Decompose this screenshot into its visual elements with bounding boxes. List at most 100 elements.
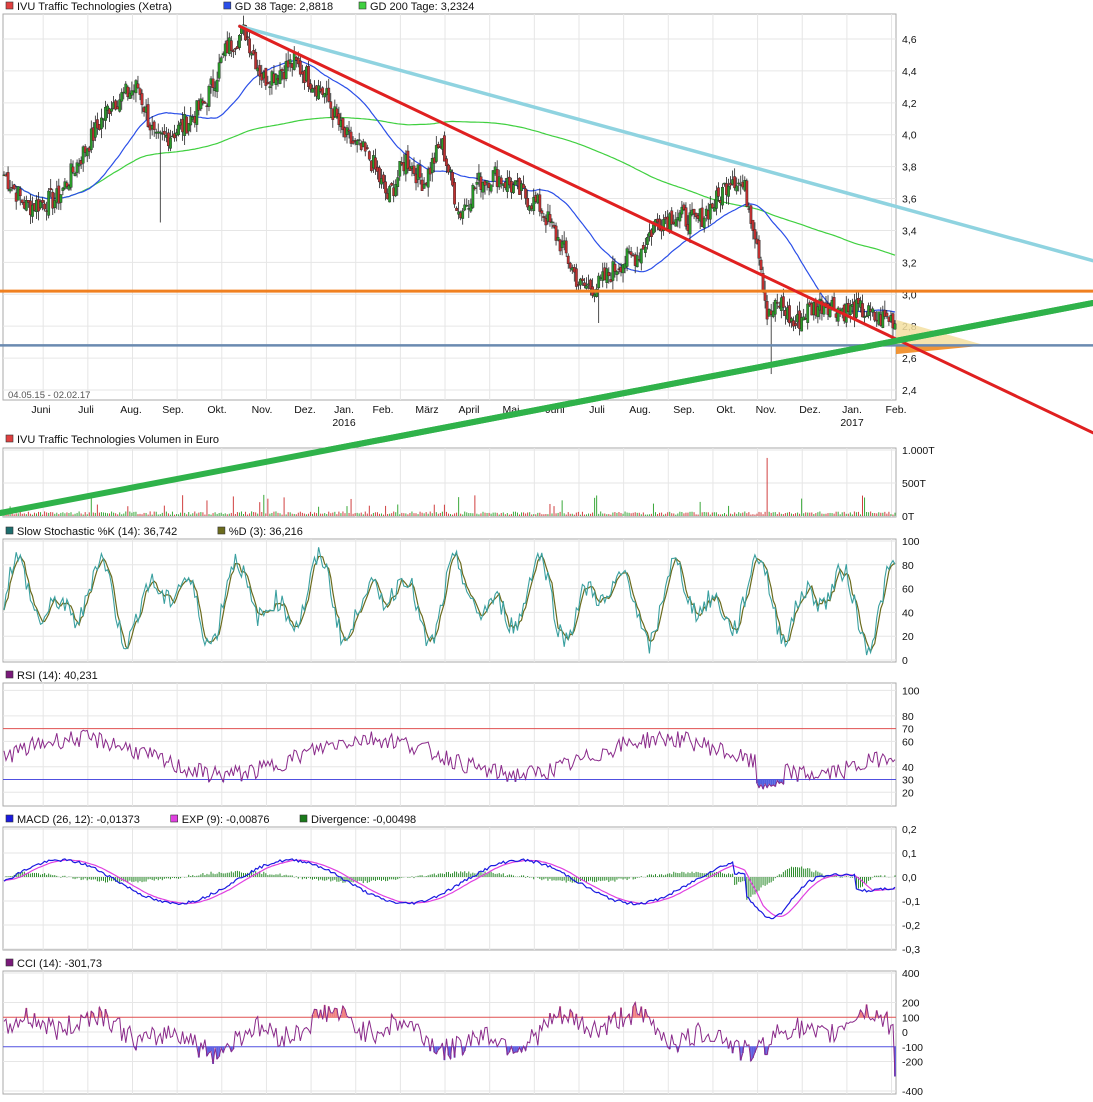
candle-body [280, 69, 284, 72]
candle-body [449, 169, 452, 172]
y-tick-label: 0,1 [902, 848, 917, 860]
candle-body [538, 194, 542, 212]
candle-body [893, 323, 897, 330]
legend-swatch [5, 958, 14, 967]
candle-body [629, 251, 633, 256]
candle-body [721, 187, 724, 206]
legend-swatch [170, 814, 178, 823]
candle-body [465, 205, 469, 207]
candle-body [49, 188, 53, 191]
candle-body [211, 78, 215, 88]
legend-swatch [299, 814, 308, 823]
x-tick-label: Nov. [756, 404, 777, 416]
candle-body [727, 185, 730, 197]
legend-label: GD 200 Tage: 3,2324 [370, 1, 474, 13]
candle-body [540, 210, 544, 214]
candle-body [652, 224, 655, 234]
y-tick-label: 100 [902, 685, 920, 697]
candle-body [794, 323, 797, 326]
candle-body [453, 182, 456, 205]
candle-body [177, 124, 180, 135]
y-tick-label: 3,4 [902, 225, 917, 237]
candle-body [6, 172, 10, 190]
candle-body [524, 188, 528, 199]
legend-label: EXP (9): -0,00876 [182, 814, 270, 826]
candle-body [367, 151, 371, 160]
legend-swatch [5, 434, 14, 443]
candle-body [473, 187, 477, 189]
y-tick-label: 3,6 [902, 194, 917, 206]
candle-body [871, 308, 875, 313]
legend-label: Divergence: -0,00498 [311, 814, 416, 826]
rsi-panel: 100 80 60 40 20 [2, 682, 920, 807]
candle-body [522, 184, 525, 189]
y-tick-label: -0,3 [902, 944, 920, 956]
candle-body [737, 182, 741, 185]
candle-body [41, 199, 44, 203]
candle-body [215, 79, 219, 92]
y-tick-label: 4,6 [902, 34, 917, 46]
candle-body [674, 219, 678, 227]
candle-body [702, 217, 706, 229]
rsi-band-label: 30 [902, 775, 914, 787]
y-tick-label: 20 [902, 787, 914, 799]
candle-body [268, 86, 272, 89]
candle-body [781, 296, 785, 308]
y-tick-label: -0,2 [902, 920, 920, 932]
candle-body [59, 194, 63, 203]
y-tick-label: 60 [902, 584, 914, 596]
y-tick-label: 4,0 [902, 130, 917, 142]
y-tick-label: 3,8 [902, 162, 917, 174]
cci-band-label: 100 [902, 1012, 920, 1024]
candle-body [412, 165, 416, 174]
candle-body [461, 210, 465, 219]
x-tick-label: Okt. [207, 404, 226, 416]
candle-body [12, 184, 16, 190]
candle-body [775, 302, 779, 304]
candle-body [475, 181, 479, 185]
legend-label: IVU Traffic Technologies (Xetra) [17, 1, 172, 13]
candle-body [347, 129, 351, 132]
candle-body [231, 50, 235, 53]
candle-body [568, 262, 572, 269]
legend-swatch [5, 1, 14, 10]
y-tick-label: -200 [902, 1057, 923, 1069]
candle-body [246, 36, 249, 38]
candle-body [162, 130, 166, 135]
y-tick-label: 100 [902, 536, 920, 548]
candle-body [635, 255, 639, 268]
x-tick-label: Sep. [162, 404, 184, 416]
candle-body [581, 278, 584, 282]
candle-body [288, 59, 292, 64]
candle-body [152, 121, 156, 130]
candle-body [311, 88, 314, 93]
macd-panel-frame [2, 826, 897, 951]
candle-body [71, 166, 75, 173]
y-tick-label: 80 [902, 560, 914, 572]
candle-body [684, 207, 688, 227]
y-tick-label: 0,2 [902, 824, 917, 836]
candle-body [47, 190, 51, 216]
candle-body [751, 219, 755, 231]
cci-band-label: -100 [902, 1042, 923, 1054]
y-tick-label: 200 [902, 998, 920, 1010]
candle-body [607, 272, 611, 277]
candle-body [753, 229, 757, 240]
year-label: 2017 [840, 417, 864, 429]
x-tick-label: Feb. [885, 404, 906, 416]
candle-body [717, 187, 720, 197]
y-tick-label: 0 [902, 1027, 908, 1039]
candle-body [327, 87, 331, 102]
y-tick-label: 60 [902, 736, 914, 748]
candle-body [556, 237, 560, 241]
legend-swatch [5, 670, 14, 679]
candle-body [266, 81, 270, 85]
candle-body [136, 83, 140, 89]
y-tick-label: 40 [902, 607, 914, 619]
y-tick-label: 4,4 [902, 66, 917, 78]
candle-body [365, 147, 369, 149]
candle-body [140, 93, 144, 106]
candle-body [406, 150, 410, 169]
x-tick-label: Juni [31, 404, 50, 416]
y-tick-label: 0T [902, 511, 915, 523]
